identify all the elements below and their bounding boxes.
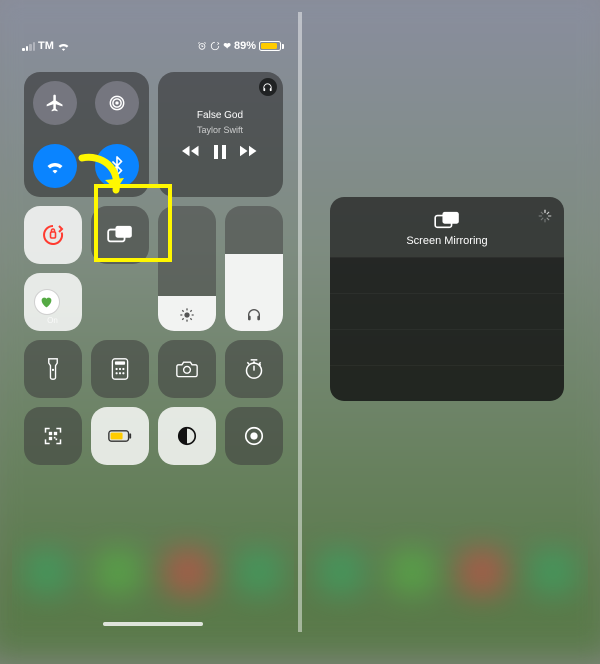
qr-scanner-button[interactable] — [24, 407, 82, 465]
airdrop-toggle[interactable] — [95, 81, 139, 125]
carrier-label: TM — [38, 40, 54, 52]
screen-mirroring-title: Screen Mirroring — [406, 235, 487, 247]
timer-button[interactable] — [225, 340, 283, 398]
now-playing[interactable]: False God Taylor Swift — [158, 72, 283, 197]
battery-percentage: 89% — [234, 40, 256, 52]
camera-button[interactable] — [158, 340, 216, 398]
screen-mirroring-icon — [434, 211, 460, 231]
dark-mode-button[interactable] — [158, 407, 216, 465]
brightness-icon — [158, 307, 216, 323]
play-pause-button[interactable] — [214, 145, 226, 159]
screenshot-control-center: TM ❤︎ 89% — [12, 12, 294, 632]
device-list — [330, 257, 564, 401]
audio-output-icon[interactable] — [259, 78, 277, 96]
battery-icon — [259, 41, 284, 51]
calculator-button[interactable] — [91, 340, 149, 398]
alarm-icon — [197, 41, 207, 51]
connectivity-group[interactable] — [24, 72, 149, 197]
song-title: False God — [197, 110, 243, 121]
brightness-slider[interactable] — [158, 206, 216, 331]
loading-spinner-icon — [538, 209, 552, 223]
device-row[interactable] — [330, 365, 564, 401]
cellular-signal-icon — [22, 42, 35, 51]
focus-button[interactable]: On — [24, 273, 82, 331]
next-track-button[interactable] — [240, 145, 258, 159]
device-row[interactable] — [330, 293, 564, 329]
device-row[interactable] — [330, 329, 564, 365]
airplane-mode-toggle[interactable] — [33, 81, 77, 125]
song-artist: Taylor Swift — [197, 125, 243, 135]
orientation-lock-status-icon — [210, 41, 220, 51]
status-bar: TM ❤︎ 89% — [22, 40, 284, 52]
low-power-mode-button[interactable] — [91, 407, 149, 465]
bluetooth-toggle[interactable] — [95, 144, 139, 188]
previous-track-button[interactable] — [182, 145, 200, 159]
screen-mirroring-panel[interactable]: Screen Mirroring — [330, 197, 564, 401]
focus-state-label: On — [24, 316, 82, 325]
wifi-toggle[interactable] — [33, 144, 77, 188]
screenshot-screen-mirroring: Screen Mirroring — [306, 12, 588, 632]
wifi-icon — [57, 41, 70, 51]
volume-slider[interactable] — [225, 206, 283, 331]
heart-icon: ❤︎ — [223, 41, 231, 52]
dock-blur — [306, 532, 588, 612]
flashlight-button[interactable] — [24, 340, 82, 398]
heart-icon — [34, 289, 60, 315]
screen-mirroring-button[interactable] — [91, 206, 149, 264]
device-row[interactable] — [330, 257, 564, 293]
headphones-icon — [225, 307, 283, 323]
screen-recording-button[interactable] — [225, 407, 283, 465]
home-indicator[interactable] — [103, 622, 203, 626]
orientation-lock-button[interactable] — [24, 206, 82, 264]
